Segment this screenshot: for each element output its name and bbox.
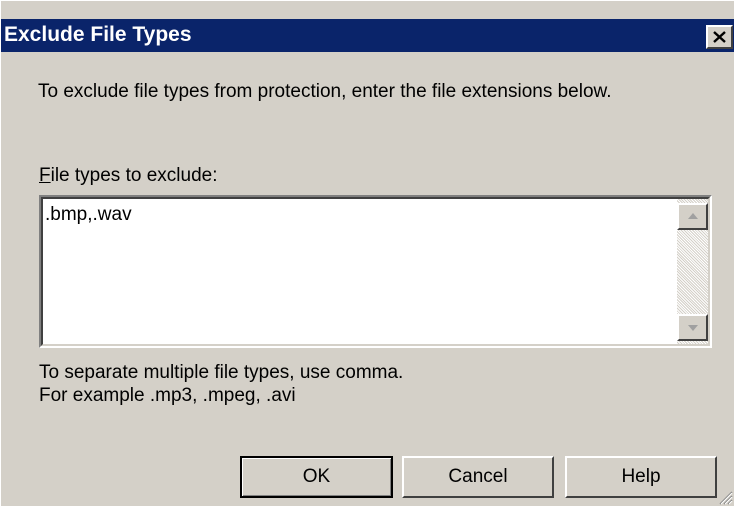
vertical-scrollbar[interactable] xyxy=(677,199,708,344)
title-bar[interactable]: Exclude File Types xyxy=(1,19,734,52)
file-types-label-text: ile types to exclude: xyxy=(50,165,218,186)
file-types-textarea[interactable]: .bmp,.wav xyxy=(39,195,712,348)
hint-line-1: To separate multiple file types, use com… xyxy=(39,362,404,383)
file-types-label-accelerator: F xyxy=(39,165,51,186)
ok-button[interactable]: OK xyxy=(240,456,393,498)
arrow-down-icon xyxy=(688,325,698,331)
dialog-title: Exclude File Types xyxy=(4,23,192,46)
scroll-up-button[interactable] xyxy=(677,203,708,230)
close-button[interactable] xyxy=(706,25,733,49)
help-button[interactable]: Help xyxy=(565,456,717,498)
hint-line-2: For example .mp3, .mpeg, .avi xyxy=(39,385,296,406)
arrow-up-icon xyxy=(688,213,698,219)
file-types-label: File types to exclude: xyxy=(39,165,217,187)
exclude-file-types-dialog: Exclude File Types To exclude file types… xyxy=(0,0,734,506)
instructions-text: To exclude file types from protection, e… xyxy=(38,81,612,102)
cancel-button[interactable]: Cancel xyxy=(402,456,554,498)
resize-grip-icon[interactable] xyxy=(717,489,733,505)
close-icon xyxy=(713,31,726,43)
scroll-down-button[interactable] xyxy=(677,314,708,341)
file-types-value[interactable]: .bmp,.wav xyxy=(45,204,132,226)
